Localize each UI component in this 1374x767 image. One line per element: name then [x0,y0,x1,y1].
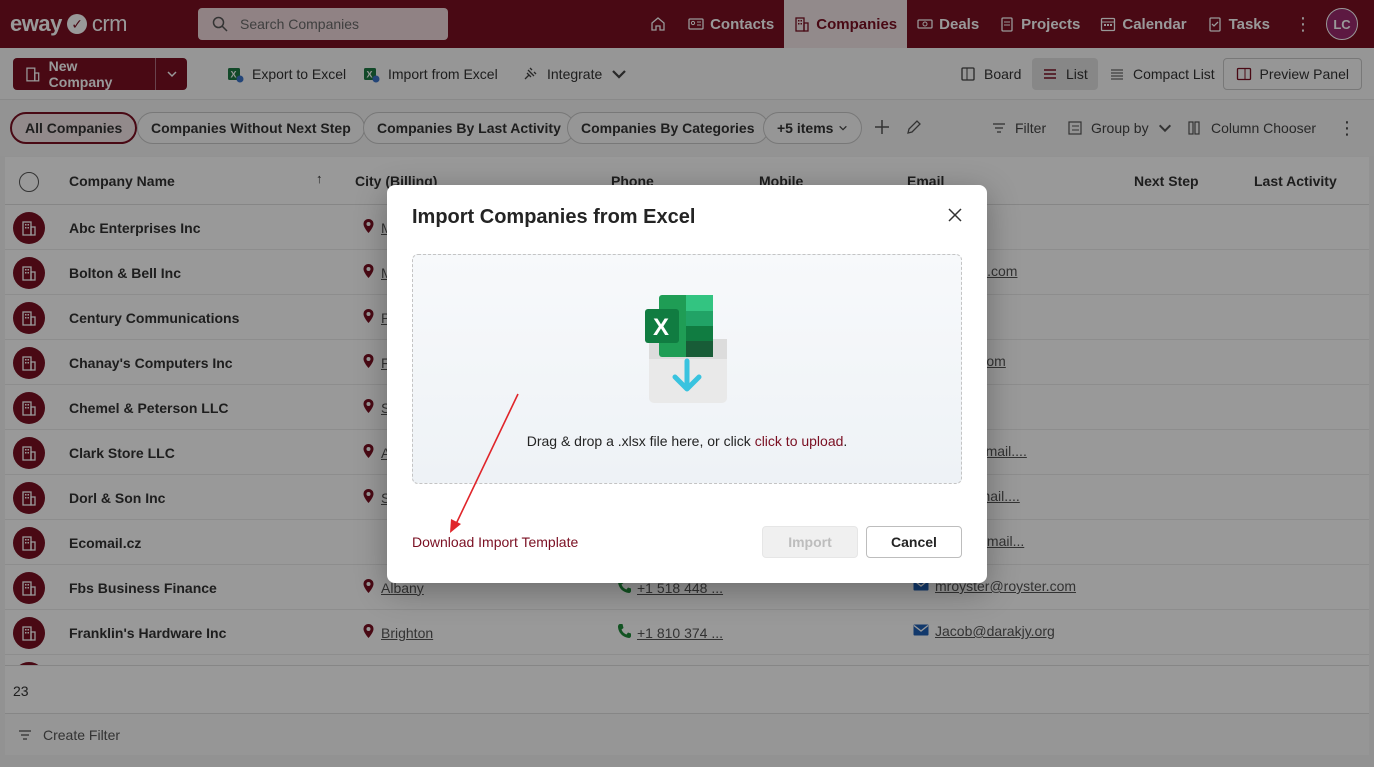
svg-text:X: X [653,314,669,341]
import-button[interactable]: Import [762,526,858,558]
import-dialog: Import Companies from Excel X Drag & dro… [387,185,987,583]
dropzone-instruction: Drag & drop a .xlsx file here, or click [526,433,755,449]
dropzone-text: Drag & drop a .xlsx file here, or click … [413,433,961,449]
dialog-title: Import Companies from Excel [412,206,696,228]
click-to-upload-link[interactable]: click to upload [755,433,844,449]
file-dropzone[interactable]: X Drag & drop a .xlsx file here, or clic… [412,254,962,484]
dropzone-end: . [843,433,848,449]
cancel-button[interactable]: Cancel [866,526,962,558]
close-icon[interactable] [947,207,963,223]
excel-download-icon: X [645,295,727,403]
download-import-template-link[interactable]: Download Import Template [412,534,578,550]
